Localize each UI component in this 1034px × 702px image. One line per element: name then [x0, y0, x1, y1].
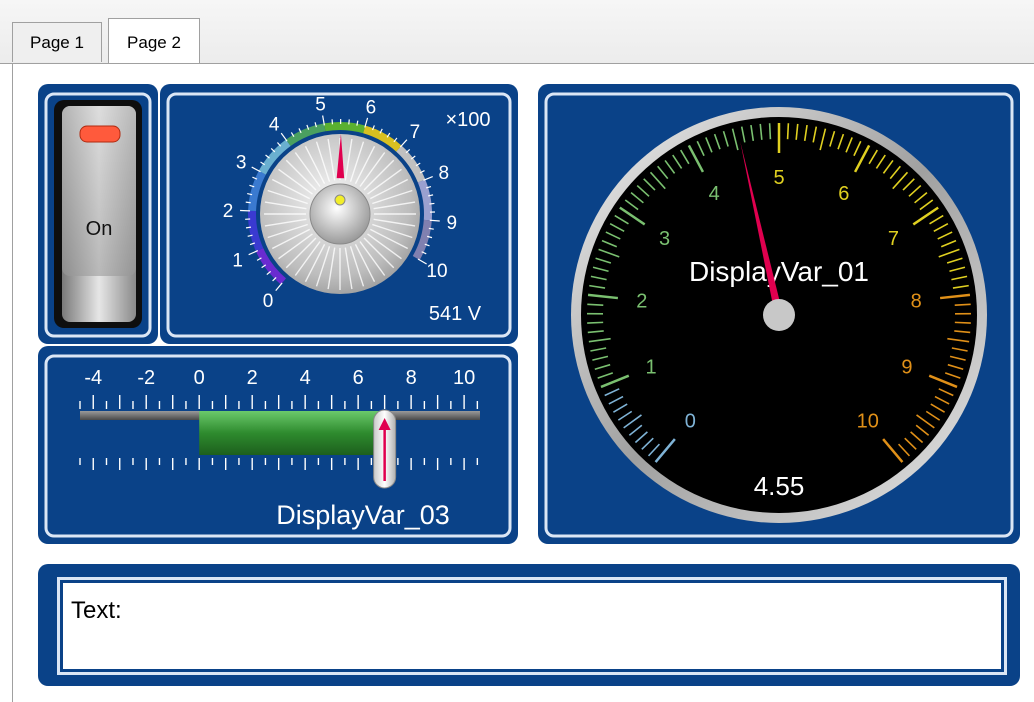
bar-panel: -4 -2 0 2 4 6 8 10 DisplayVar_03 [38, 346, 518, 544]
bar-scale-label: 10 [453, 367, 475, 389]
gauge-scale-label: 10 [857, 411, 879, 433]
knob-readout: 541 V [429, 303, 482, 325]
knob-scale-label: 10 [426, 261, 447, 282]
gauge-scale-label: 0 [685, 411, 696, 433]
gauge-readout: 4.55 [754, 471, 805, 501]
content-border [12, 63, 13, 702]
bar-scale-labels: -4 -2 0 2 4 6 8 10 [84, 367, 475, 389]
bar-scale-label: 6 [353, 367, 364, 389]
knob-multiplier: ×100 [445, 109, 490, 131]
gauge-hub [763, 299, 795, 331]
gauge-panel: 0 1 2 3 4 5 6 7 8 9 10 DisplayVar_01 4.55 [538, 84, 1020, 544]
bar-scale-label: -4 [84, 367, 102, 389]
gauge-scale-label: 9 [901, 357, 912, 379]
gauge-title: DisplayVar_01 [689, 256, 869, 287]
gauge-scale-label: 1 [645, 357, 656, 379]
knob-scale-label: 4 [269, 114, 280, 135]
bar-scale-label: 8 [406, 367, 417, 389]
gauge-scale-label: 7 [888, 228, 899, 250]
knob-panel: 0 1 2 3 4 5 6 7 8 9 10 ×100 541 V [160, 84, 518, 344]
bar-scale-label: -2 [137, 367, 155, 389]
bar-ticks-top [79, 395, 479, 409]
bar-scale-label: 4 [300, 367, 311, 389]
bar-ticks-bottom [79, 458, 479, 470]
bar-fill [199, 411, 385, 455]
knob-scale-label: 2 [223, 201, 234, 222]
knob-scale-label: 7 [410, 122, 421, 143]
tab-divider [0, 63, 1034, 64]
knob-scale-label: 5 [315, 95, 326, 116]
knob-scale-label: 8 [439, 163, 450, 184]
bar-slider[interactable] [373, 409, 397, 489]
knob-led [334, 194, 346, 206]
tab-page-2[interactable]: Page 2 [108, 18, 200, 64]
gauge-scale-label: 4 [709, 183, 720, 205]
knob-center [309, 183, 371, 245]
gauge-scale-label: 3 [659, 228, 670, 250]
bar-scale-label: 0 [194, 367, 205, 389]
text-field[interactable]: Text: [57, 577, 1007, 675]
switch-label: On [86, 218, 113, 240]
bar-scale-label: 2 [247, 367, 258, 389]
knob-scale-label: 0 [263, 291, 274, 312]
gauge-svg: 0 1 2 3 4 5 6 7 8 9 10 DisplayVar_01 4.55 [544, 92, 1014, 538]
gauge-scale-label: 5 [773, 167, 784, 189]
knob-scale-label: 3 [236, 152, 247, 173]
knob-scale-label: 9 [446, 213, 457, 234]
gauge-scale-label: 6 [838, 183, 849, 205]
bar-svg: -4 -2 0 2 4 6 8 10 DisplayVar_03 [44, 354, 512, 538]
switch-panel: On [38, 84, 158, 344]
gauge-scale-label: 8 [911, 291, 922, 313]
gauge-scale-label: 2 [636, 291, 647, 313]
knob-svg: 01 2 3 4 5 6 78 9 10 ×100 541 V [166, 92, 512, 338]
bar-title: DisplayVar_03 [276, 500, 450, 530]
tab-page-1[interactable]: Page 1 [12, 22, 102, 62]
knob-scale-label: 1 [232, 251, 243, 272]
knob-scale-label: 6 [366, 97, 377, 118]
switch-led [79, 125, 121, 143]
switch-svg: On [44, 92, 152, 338]
